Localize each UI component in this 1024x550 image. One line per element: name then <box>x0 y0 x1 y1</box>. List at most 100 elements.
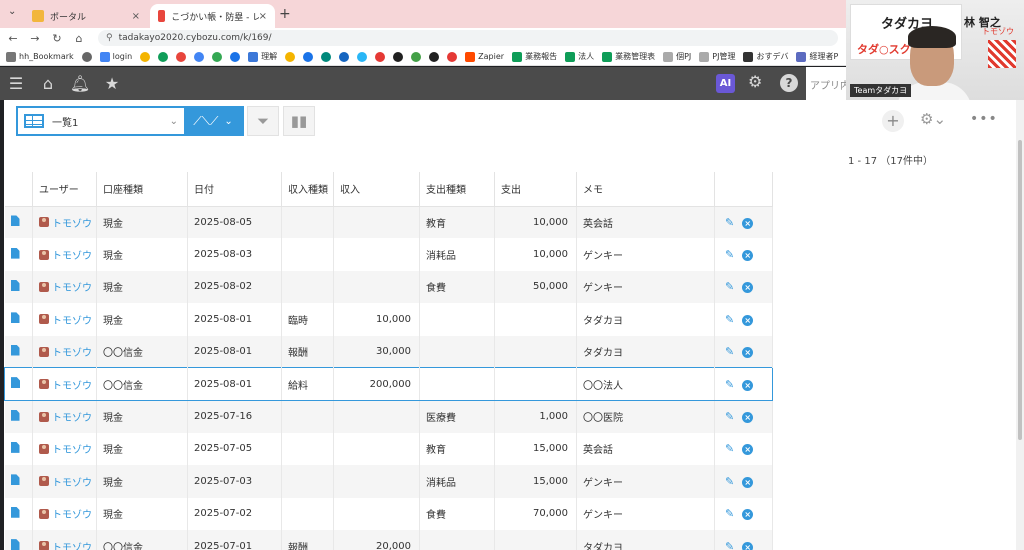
detail-cell[interactable] <box>4 367 33 401</box>
user-link[interactable]: トモゾウ <box>52 474 92 489</box>
edit-pencil-icon[interactable]: ✎ <box>725 345 734 358</box>
bookmark-icon[interactable] <box>285 51 296 62</box>
scrollbar-thumb[interactable] <box>1018 140 1022 440</box>
delete-icon[interactable]: × <box>742 476 754 488</box>
bookmark-icon[interactable] <box>357 51 368 62</box>
help-icon[interactable]: ? <box>780 74 798 92</box>
table-row[interactable]: トモゾウ 現金 2025-08-03 消耗品 10,000 ゲンキー ✎ × <box>4 238 773 271</box>
close-tab-icon[interactable]: × <box>132 11 140 22</box>
column-header[interactable]: 収入 <box>333 172 420 207</box>
column-header[interactable]: 収入種類 <box>281 172 334 207</box>
graph-view-dropdown[interactable]: ⟋⟍⟋ ⌄ <box>184 108 242 134</box>
bookmark-osudebu[interactable]: おすデバ <box>743 51 788 62</box>
user-link[interactable]: トモゾウ <box>52 409 92 424</box>
filter-button[interactable]: ⏷ <box>247 106 279 136</box>
reload-icon[interactable]: ↻ <box>48 32 66 45</box>
bookmark-icon[interactable] <box>230 51 241 62</box>
column-header[interactable]: 日付 <box>187 172 282 207</box>
detail-cell[interactable] <box>4 497 33 530</box>
table-row[interactable]: トモゾウ 〇〇信金 2025-08-01 報酬 30,000 タダカヨ ✎ × <box>4 335 773 368</box>
bookmark-rikai[interactable]: 理解 <box>248 51 277 62</box>
column-header[interactable]: メモ <box>576 172 715 207</box>
home-icon[interactable]: ⌂ <box>70 32 88 45</box>
record-detail-icon[interactable] <box>10 506 20 518</box>
site-info-icon[interactable]: ⚲ <box>106 33 113 43</box>
record-detail-icon[interactable] <box>10 215 20 227</box>
delete-icon[interactable]: × <box>742 217 754 229</box>
delete-icon[interactable]: × <box>742 250 754 262</box>
bookmark-icon[interactable] <box>158 51 169 62</box>
table-row[interactable]: トモゾウ 現金 2025-08-05 教育 10,000 英会話 ✎ × <box>4 206 773 239</box>
edit-pencil-icon[interactable]: ✎ <box>725 410 734 423</box>
detail-cell[interactable] <box>4 238 33 271</box>
edit-pencil-icon[interactable]: ✎ <box>725 313 734 326</box>
record-detail-icon[interactable] <box>10 312 20 324</box>
edit-pencil-icon[interactable]: ✎ <box>725 507 734 520</box>
menu-icon[interactable]: ☰ <box>0 74 32 93</box>
notification-bell-icon[interactable]: 🔔︎ <box>64 74 96 93</box>
column-header[interactable]: ユーザー <box>32 172 97 207</box>
bookmark-icon[interactable] <box>212 51 223 62</box>
favorites-star-icon[interactable]: ★ <box>96 74 128 93</box>
record-detail-icon[interactable] <box>10 409 20 421</box>
delete-icon[interactable]: × <box>742 444 754 456</box>
bookmark-login[interactable]: login <box>99 51 132 62</box>
bookmark-accounting[interactable]: 経理者P <box>796 51 838 62</box>
forward-arrow-icon[interactable]: → <box>26 32 44 45</box>
bookmark-icon[interactable] <box>375 51 386 62</box>
user-link[interactable]: トモゾウ <box>52 441 92 456</box>
user-link[interactable]: トモゾウ <box>52 312 92 327</box>
user-link[interactable]: トモゾウ <box>52 247 92 262</box>
column-header[interactable]: 支出 <box>494 172 577 207</box>
bookmark-icon[interactable] <box>140 51 151 62</box>
table-row[interactable]: トモゾウ 現金 2025-07-16 医療費 1,000 〇〇医院 ✎ × <box>4 400 773 433</box>
user-link[interactable]: トモゾウ <box>52 279 92 294</box>
tab-record-list[interactable]: こづかい帳・防塁 - レコードの一覧 × <box>150 4 275 28</box>
table-row[interactable]: トモゾウ 現金 2025-08-02 食費 50,000 ゲンキー ✎ × <box>4 270 773 304</box>
edit-pencil-icon[interactable]: ✎ <box>725 475 734 488</box>
table-row[interactable]: トモゾウ 〇〇信金 2025-08-01 給料 200,000 〇〇法人 ✎ × <box>4 367 773 401</box>
column-header[interactable]: 口座種類 <box>96 172 188 207</box>
bookmark-folder[interactable]: hh_Bookmark <box>6 51 74 62</box>
record-detail-icon[interactable] <box>11 377 20 389</box>
detail-cell[interactable] <box>4 335 33 368</box>
record-detail-icon[interactable] <box>10 247 20 259</box>
delete-icon[interactable]: × <box>742 509 754 521</box>
detail-cell[interactable] <box>4 465 33 498</box>
bookmark-pj-manage[interactable]: PJ管理 <box>699 51 735 62</box>
table-row[interactable]: トモゾウ 現金 2025-08-01 臨時 10,000 タダカヨ ✎ × <box>4 303 773 336</box>
detail-cell[interactable] <box>4 303 33 336</box>
gear-icon[interactable]: ⚙ <box>748 72 762 91</box>
user-link[interactable]: トモゾウ <box>52 539 92 550</box>
record-detail-icon[interactable] <box>10 441 20 453</box>
detail-cell[interactable] <box>4 432 33 466</box>
tab-portal[interactable]: ポータル × <box>24 4 148 28</box>
table-row[interactable]: トモゾウ 現金 2025-07-03 消耗品 15,000 ゲンキー ✎ × <box>4 465 773 498</box>
record-detail-icon[interactable] <box>10 474 20 486</box>
graph-button[interactable]: ▮▮ <box>283 106 315 136</box>
view-selector[interactable]: 一覧1 ⌄ ⟋⟍⟋ ⌄ <box>16 106 244 136</box>
bookmark-icon[interactable] <box>393 51 404 62</box>
bookmark-icon[interactable] <box>194 51 205 62</box>
delete-icon[interactable]: × <box>742 379 754 391</box>
user-link[interactable]: トモゾウ <box>52 377 92 392</box>
table-row[interactable]: トモゾウ 現金 2025-07-05 教育 15,000 英会話 ✎ × <box>4 432 773 466</box>
edit-pencil-icon[interactable]: ✎ <box>725 442 734 455</box>
record-detail-icon[interactable] <box>10 279 20 291</box>
record-detail-icon[interactable] <box>10 344 20 356</box>
ai-button[interactable]: AI <box>716 74 735 93</box>
detail-cell[interactable] <box>4 400 33 433</box>
new-tab-plus-icon[interactable]: + <box>279 6 291 22</box>
user-link[interactable]: トモゾウ <box>52 506 92 521</box>
delete-icon[interactable]: × <box>742 282 754 294</box>
edit-pencil-icon[interactable]: ✎ <box>725 378 734 391</box>
bookmark-icon[interactable] <box>176 51 187 62</box>
bookmark-icon[interactable] <box>321 51 332 62</box>
bookmark-personal-pj[interactable]: 個PJ <box>663 51 691 62</box>
bookmark-icon[interactable] <box>339 51 350 62</box>
add-record-button[interactable]: + <box>882 110 904 132</box>
delete-icon[interactable]: × <box>742 314 754 326</box>
bookmark-icon[interactable] <box>411 51 422 62</box>
edit-pencil-icon[interactable]: ✎ <box>725 248 734 261</box>
user-link[interactable]: トモゾウ <box>52 344 92 359</box>
